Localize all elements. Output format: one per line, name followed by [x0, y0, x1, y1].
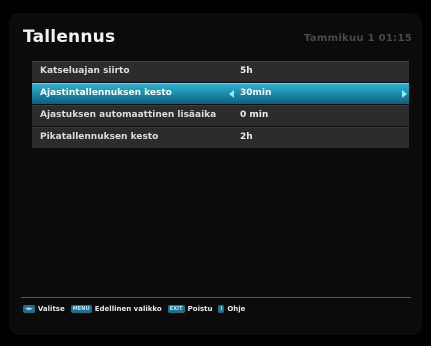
- help-select: Valitse: [37, 305, 65, 313]
- help-exit: Poistu: [187, 305, 213, 313]
- menu-item-time-shift[interactable]: Katseluajan siirto 5h: [32, 61, 409, 82]
- info-key-icon: i: [218, 305, 225, 313]
- menu-item-quick-recording-duration[interactable]: Pikatallennuksen kesto 2h: [32, 127, 409, 148]
- menu-item-auto-extra-time[interactable]: Ajastuksen automaattinen lisäaika 0 min: [32, 105, 409, 126]
- date-time: Tammikuu 1 01:15: [304, 33, 412, 44]
- menu-item-label: Ajastintallennuksen kesto: [40, 88, 172, 98]
- menu-key-icon: MENU: [70, 305, 92, 313]
- menu-item-value: 5h: [240, 66, 253, 76]
- arrow-left-icon[interactable]: [229, 90, 234, 98]
- menu-item-label: Ajastuksen automaattinen lisäaika: [40, 110, 217, 120]
- menu-item-value: 30min: [240, 88, 272, 98]
- navigate-key-icon: ◄►: [23, 305, 35, 313]
- help-bar: ◄► Valitse MENU Edellinen valikko EXIT P…: [23, 303, 248, 315]
- menu-item-label: Pikatallennuksen kesto: [40, 132, 159, 142]
- settings-menu: Katseluajan siirto 5h Ajastintallennukse…: [32, 61, 409, 149]
- menu-item-label: Katseluajan siirto: [40, 66, 130, 76]
- exit-key-icon: EXIT: [167, 305, 185, 313]
- page-title: Tallennus: [23, 27, 116, 47]
- tv-screen: Tallennus Tammikuu 1 01:15 Katseluajan s…: [9, 13, 422, 335]
- help-previous-menu: Edellinen valikko: [94, 305, 162, 313]
- menu-item-value: 0 min: [240, 110, 269, 120]
- menu-item-timer-recording-duration[interactable]: Ajastintallennuksen kesto 30min: [32, 83, 409, 104]
- help-info: Ohje: [227, 305, 246, 313]
- menu-item-value: 2h: [240, 132, 253, 142]
- footer-divider: [21, 297, 411, 298]
- arrow-right-icon[interactable]: [402, 90, 407, 98]
